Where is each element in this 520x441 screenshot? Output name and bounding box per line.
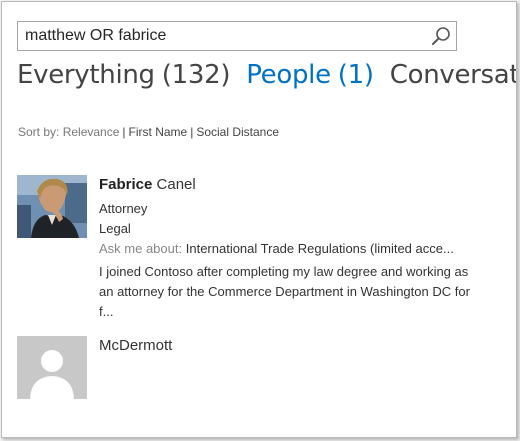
search-box <box>17 21 457 51</box>
person-last-name: Canel <box>156 176 196 193</box>
person-name-link[interactable]: McDermott <box>99 336 479 356</box>
sort-bar: Sort by: Relevance | First Name | Social Dis… <box>18 125 279 139</box>
results-tabs: Everything(132) People(1) Conversations <box>17 60 517 90</box>
person-title: Attorney <box>99 201 148 216</box>
person-photo-image <box>17 175 87 238</box>
person-department: Legal <box>99 221 131 236</box>
tab-everything[interactable]: Everything (132) <box>17 60 231 90</box>
sort-option-relevance[interactable]: Relevance <box>63 125 120 139</box>
tab-people[interactable]: People (1) <box>246 60 374 90</box>
sort-separator: | <box>122 125 126 139</box>
search-icon <box>432 27 450 45</box>
tab-everything-label: Everything <box>17 60 155 90</box>
tab-people-count: (1) <box>337 60 374 90</box>
ask-me-about-topic[interactable]: International Trade Regulations (limited… <box>186 241 454 256</box>
search-input[interactable] <box>18 22 425 50</box>
ask-me-about: Ask me about: International Trade Regula… <box>99 239 479 259</box>
people-result-item: McDermott <box>17 336 497 406</box>
tab-people-label: People <box>246 60 331 90</box>
person-photo[interactable] <box>17 336 87 399</box>
sort-by-label: Sort by: <box>18 125 60 139</box>
person-details: Fabrice Canel Attorney Legal Ask me abou… <box>99 175 479 322</box>
tab-everything-count: (132) <box>161 60 231 90</box>
person-last-name: McDermott <box>99 337 173 354</box>
search-button[interactable] <box>430 25 452 47</box>
people-result-item: Fabrice Canel Attorney Legal Ask me abou… <box>17 175 497 325</box>
tab-conversations[interactable]: Conversations <box>389 60 517 90</box>
ask-me-about-label: Ask me about: <box>99 241 183 256</box>
person-first-name: Fabrice <box>99 176 153 193</box>
sort-option-social-distance[interactable]: Social Distance <box>196 125 279 139</box>
person-name-link[interactable]: Fabrice Canel <box>99 175 479 195</box>
search-results-panel: Everything(132) People(1) Conversations So… <box>1 1 517 438</box>
person-bio: I joined Contoso after completing my law… <box>99 264 470 319</box>
person-photo[interactable] <box>17 175 87 238</box>
placeholder-person-icon <box>17 336 87 399</box>
tab-conversations-label: Conversations <box>389 60 517 90</box>
sort-option-first-name[interactable]: First Name <box>129 125 188 139</box>
person-details: McDermott <box>99 336 479 356</box>
sort-separator: | <box>190 125 194 139</box>
